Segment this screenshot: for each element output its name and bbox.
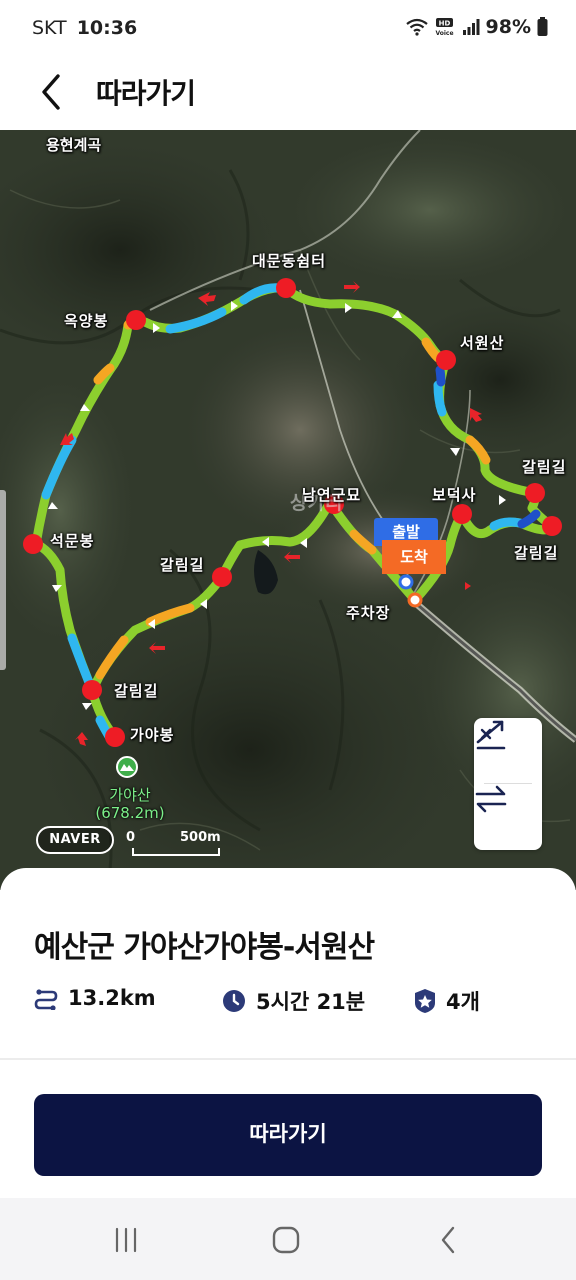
map-label-galrim-mid: 갈림길 (160, 556, 205, 574)
end-tag[interactable]: 도착 (382, 540, 446, 574)
map-label-galrim-east2: 갈림길 (514, 544, 559, 562)
course-title: 예산군 가야산가야봉-서원산 (34, 930, 375, 965)
recent-apps-icon (115, 1227, 137, 1253)
map-label-galrim-east: 갈림길 (522, 458, 567, 476)
map-label-okyang: 옥양봉 (64, 312, 109, 330)
map-label-gaya-peak: 가야봉 (130, 726, 175, 744)
scale-line (132, 848, 220, 856)
map-label-bodeok: 보덕사 (432, 486, 477, 504)
wifi-icon (405, 18, 428, 36)
scale-length: 500m (180, 830, 221, 845)
map-controls (474, 718, 542, 850)
app-header: 따라가기 (0, 58, 576, 130)
home-icon (272, 1226, 300, 1254)
map-scale: 0 500m (126, 830, 226, 858)
map-label-daemun: 대문동쉼터 (252, 252, 327, 270)
status-right: HD Voice 98% (405, 16, 548, 38)
swap-direction-button[interactable] (474, 784, 542, 850)
chevron-left-icon (42, 74, 60, 110)
map-label-seowon: 서원산 (460, 334, 505, 352)
map-label-seokmun: 석문봉 (50, 532, 95, 550)
distance-stat: 13.2km (34, 986, 156, 1010)
system-nav-bar (0, 1198, 576, 1280)
back-button[interactable] (30, 70, 74, 114)
system-back-button[interactable] (428, 1224, 468, 1256)
page-title: 따라가기 (96, 77, 196, 110)
battery-percent: 98% (485, 16, 531, 38)
course-sheet: 예산군 가야산가야봉-서원산 13.2km 5시간 21분 4개 따라가기 (0, 868, 576, 1198)
course-stats: 13.2km 5시간 21분 4개 (34, 986, 544, 1016)
mountain-name: 가야산 (109, 786, 151, 804)
map-label-galrim-west: 갈림길 (114, 682, 159, 700)
hd-voice-icon: HD Voice (435, 18, 453, 37)
svg-text:HD: HD (438, 20, 450, 28)
mountain-elevation: (678.2m) (95, 804, 165, 822)
swap-direction-icon (475, 785, 507, 813)
sheet-divider (0, 1058, 576, 1060)
map-label-valley: 용현계곡 (46, 136, 102, 154)
clock-icon (223, 990, 245, 1012)
duration-value: 5시간 21분 (256, 990, 366, 1014)
scale-zero: 0 (126, 830, 136, 845)
signal-icon (462, 19, 480, 35)
mountain-label: 가야산 (678.2m) (90, 786, 170, 822)
waypoint-stat: 4개 (414, 986, 480, 1016)
status-bar: SKT 10:36 HD Voice 98% (0, 0, 576, 58)
home-button[interactable] (266, 1224, 306, 1256)
carrier-label: SKT (32, 17, 67, 39)
waypoint-count: 4개 (446, 990, 480, 1014)
route-toggle-icon (476, 720, 506, 750)
route-toggle-button[interactable] (474, 718, 542, 784)
trail-map[interactable]: 용현계곡 대문동쉼터 옥양봉 서원산 갈림길 보덕사 상가리 남연군묘 갈림길 … (0, 130, 576, 890)
status-left: SKT 10:36 (32, 17, 137, 39)
follow-button[interactable]: 따라가기 (34, 1094, 542, 1176)
naver-logo: NAVER (36, 826, 114, 854)
distance-value: 13.2km (68, 986, 156, 1010)
map-label-parking: 주차장 (346, 604, 391, 622)
back-icon (441, 1226, 455, 1254)
clock: 10:36 (76, 17, 138, 39)
battery-icon (537, 17, 548, 36)
svg-text:Voice: Voice (435, 30, 453, 37)
recent-apps-button[interactable] (106, 1224, 146, 1256)
duration-stat: 5시간 21분 (222, 986, 365, 1016)
map-label-namyeon: 남연군묘 (302, 486, 362, 504)
waypoint-badge-icon (415, 989, 435, 1013)
route-distance-icon (34, 989, 58, 1010)
side-drawer-handle[interactable] (0, 490, 6, 670)
